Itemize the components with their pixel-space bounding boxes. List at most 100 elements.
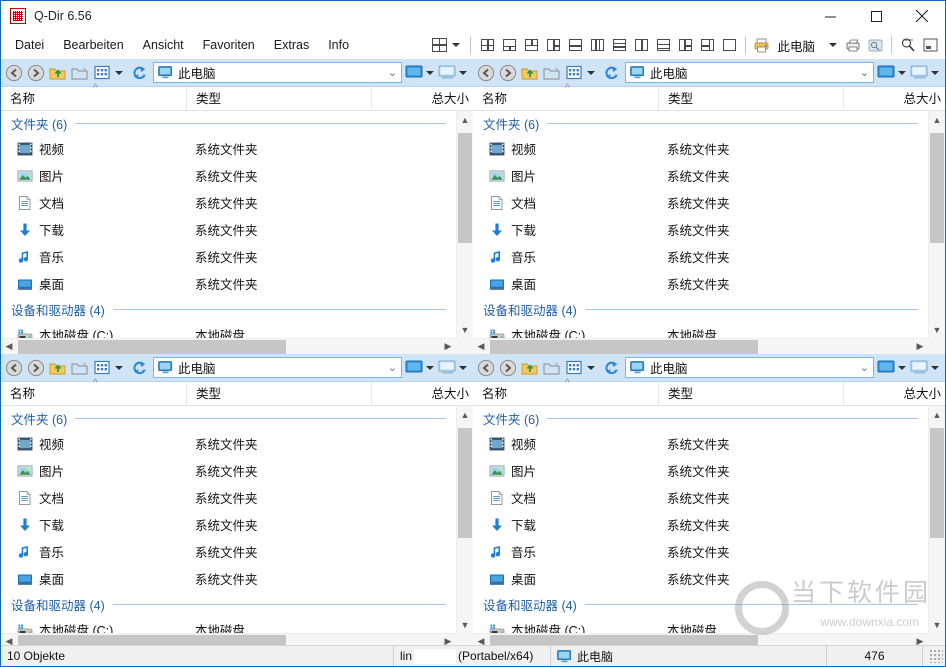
- layout-two-columns[interactable]: [631, 35, 651, 55]
- refresh-icon[interactable]: [600, 62, 622, 84]
- scroll-left-arrow-icon[interactable]: ◀: [1, 341, 17, 352]
- print-preview-icon[interactable]: [865, 35, 885, 55]
- scroll-up-arrow-icon[interactable]: ▲: [929, 111, 945, 128]
- layout-4-pane[interactable]: [429, 35, 449, 55]
- scroll-right-arrow-icon[interactable]: ▶: [440, 341, 456, 352]
- view-mode-chevron-down-icon[interactable]: [426, 70, 434, 75]
- refresh-icon[interactable]: [128, 357, 150, 379]
- pane-4-view-mode-icon[interactable]: [877, 360, 909, 375]
- list-item[interactable]: 下载 系统文件夹: [1, 216, 456, 243]
- scroll-down-arrow-icon[interactable]: ▼: [457, 321, 473, 338]
- layout-left-two-right[interactable]: [543, 35, 563, 55]
- view-mode-chevron-down-icon[interactable]: [898, 365, 906, 370]
- views-chevron-down-icon[interactable]: [115, 365, 123, 370]
- up-folder-icon[interactable]: [47, 357, 69, 379]
- column-header-size[interactable]: 总大小: [843, 381, 945, 406]
- pane-3-view-mode-icon[interactable]: [405, 360, 437, 375]
- scroll-down-arrow-icon[interactable]: ▼: [929, 616, 945, 633]
- menu-bearbeiten[interactable]: Bearbeiten: [54, 35, 132, 55]
- group-header-devices[interactable]: 设备和驱动器 (4): [473, 592, 928, 616]
- layout-two-rows[interactable]: [653, 35, 673, 55]
- forward-icon[interactable]: [25, 357, 47, 379]
- list-item[interactable]: 文档 系统文件夹: [1, 484, 456, 511]
- list-item[interactable]: 音乐 系统文件夹: [473, 243, 928, 270]
- view-details-chevron-down-icon[interactable]: [931, 365, 939, 370]
- maximize-icon[interactable]: [853, 1, 899, 31]
- list-item[interactable]: 桌面 系统文件夹: [473, 270, 928, 297]
- list-item[interactable]: 图片 系统文件夹: [1, 457, 456, 484]
- back-icon[interactable]: [3, 62, 25, 84]
- minimize-to-tray-icon[interactable]: [920, 35, 940, 55]
- list-item[interactable]: 视频 系统文件夹: [473, 430, 928, 457]
- scroll-thumb[interactable]: [458, 428, 472, 538]
- menu-extras[interactable]: Extras: [265, 35, 318, 55]
- scroll-up-arrow-icon[interactable]: ▲: [929, 406, 945, 423]
- zoom-icon[interactable]: zoom: [898, 35, 918, 55]
- views-icon[interactable]: [563, 62, 585, 84]
- scroll-thumb[interactable]: [930, 428, 944, 538]
- address-chevron-down-icon[interactable]: ⌄: [388, 66, 397, 79]
- views-icon[interactable]: [91, 62, 113, 84]
- list-item[interactable]: 视频 系统文件夹: [1, 135, 456, 162]
- layout-one-left-two-right[interactable]: [675, 35, 695, 55]
- minimize-icon[interactable]: [807, 1, 853, 31]
- list-item[interactable]: 视频 系统文件夹: [1, 430, 456, 457]
- pane-4-view-details-icon[interactable]: [910, 360, 942, 375]
- pane-2-view-details-icon[interactable]: [910, 65, 942, 80]
- new-folder-icon[interactable]: [541, 357, 563, 379]
- scroll-right-arrow-icon[interactable]: ▶: [912, 341, 928, 352]
- view-details-chevron-down-icon[interactable]: [459, 70, 467, 75]
- list-item[interactable]: 本地磁盘 (C:) 本地磁盘: [473, 321, 928, 338]
- column-header-size[interactable]: 总大小: [371, 381, 473, 406]
- views-chevron-down-icon[interactable]: [115, 70, 123, 75]
- menu-info[interactable]: Info: [319, 35, 358, 55]
- list-item[interactable]: 桌面 系统文件夹: [473, 565, 928, 592]
- new-folder-icon[interactable]: [69, 357, 91, 379]
- chevron-down-icon[interactable]: [452, 43, 461, 47]
- printer-icon[interactable]: [752, 35, 772, 55]
- scroll-thumb[interactable]: [930, 133, 944, 243]
- pane-3-vertical-scrollbar[interactable]: ▲ ▼: [456, 406, 473, 633]
- pane-3-view-details-icon[interactable]: [438, 360, 470, 375]
- column-header-type[interactable]: 类型: [186, 381, 371, 406]
- layout-quad[interactable]: [477, 35, 497, 55]
- layout-two-top-one-bottom[interactable]: [521, 35, 541, 55]
- pane-1-vertical-scrollbar[interactable]: ▲ ▼: [456, 111, 473, 338]
- column-header-type[interactable]: 类型: [658, 86, 843, 111]
- up-folder-icon[interactable]: [519, 357, 541, 379]
- list-item[interactable]: 文档 系统文件夹: [1, 189, 456, 216]
- column-header-size[interactable]: 总大小: [371, 86, 473, 111]
- address-chevron-down-icon[interactable]: ⌄: [860, 361, 869, 374]
- layout-one-top-two-bottom[interactable]: [499, 35, 519, 55]
- views-chevron-down-icon[interactable]: [587, 365, 595, 370]
- pane-1-address-bar[interactable]: 此电脑 ⌄: [153, 62, 402, 83]
- new-folder-icon[interactable]: [69, 62, 91, 84]
- menu-ansicht[interactable]: Ansicht: [134, 35, 193, 55]
- scroll-down-arrow-icon[interactable]: ▼: [457, 616, 473, 633]
- view-mode-chevron-down-icon[interactable]: [898, 70, 906, 75]
- column-header-type[interactable]: 类型: [186, 86, 371, 111]
- back-icon[interactable]: [475, 357, 497, 379]
- scroll-up-arrow-icon[interactable]: ▲: [457, 406, 473, 423]
- forward-icon[interactable]: [497, 62, 519, 84]
- forward-icon[interactable]: [25, 62, 47, 84]
- group-header-folders[interactable]: 文件夹 (6): [1, 111, 456, 135]
- views-icon[interactable]: [91, 357, 113, 379]
- list-item[interactable]: 图片 系统文件夹: [473, 457, 928, 484]
- list-item[interactable]: 本地磁盘 (C:) 本地磁盘: [1, 321, 456, 338]
- list-item[interactable]: 图片 系统文件夹: [1, 162, 456, 189]
- list-item[interactable]: 文档 系统文件夹: [473, 189, 928, 216]
- layout-top-bottom[interactable]: [565, 35, 585, 55]
- list-item[interactable]: 下载 系统文件夹: [473, 216, 928, 243]
- pane-2-horizontal-scrollbar[interactable]: ◀ ▶: [473, 338, 928, 354]
- group-header-devices[interactable]: 设备和驱动器 (4): [473, 297, 928, 321]
- list-item[interactable]: 桌面 系统文件夹: [1, 270, 456, 297]
- list-item[interactable]: 图片 系统文件夹: [473, 162, 928, 189]
- list-item[interactable]: 下载 系统文件夹: [473, 511, 928, 538]
- menu-favoriten[interactable]: Favoriten: [194, 35, 264, 55]
- printer-dropdown-icon[interactable]: [829, 43, 837, 47]
- close-icon[interactable]: [899, 1, 945, 31]
- language-value[interactable]: [414, 648, 457, 664]
- list-item[interactable]: 本地磁盘 (C:) 本地磁盘: [1, 616, 456, 633]
- new-folder-icon[interactable]: [541, 62, 563, 84]
